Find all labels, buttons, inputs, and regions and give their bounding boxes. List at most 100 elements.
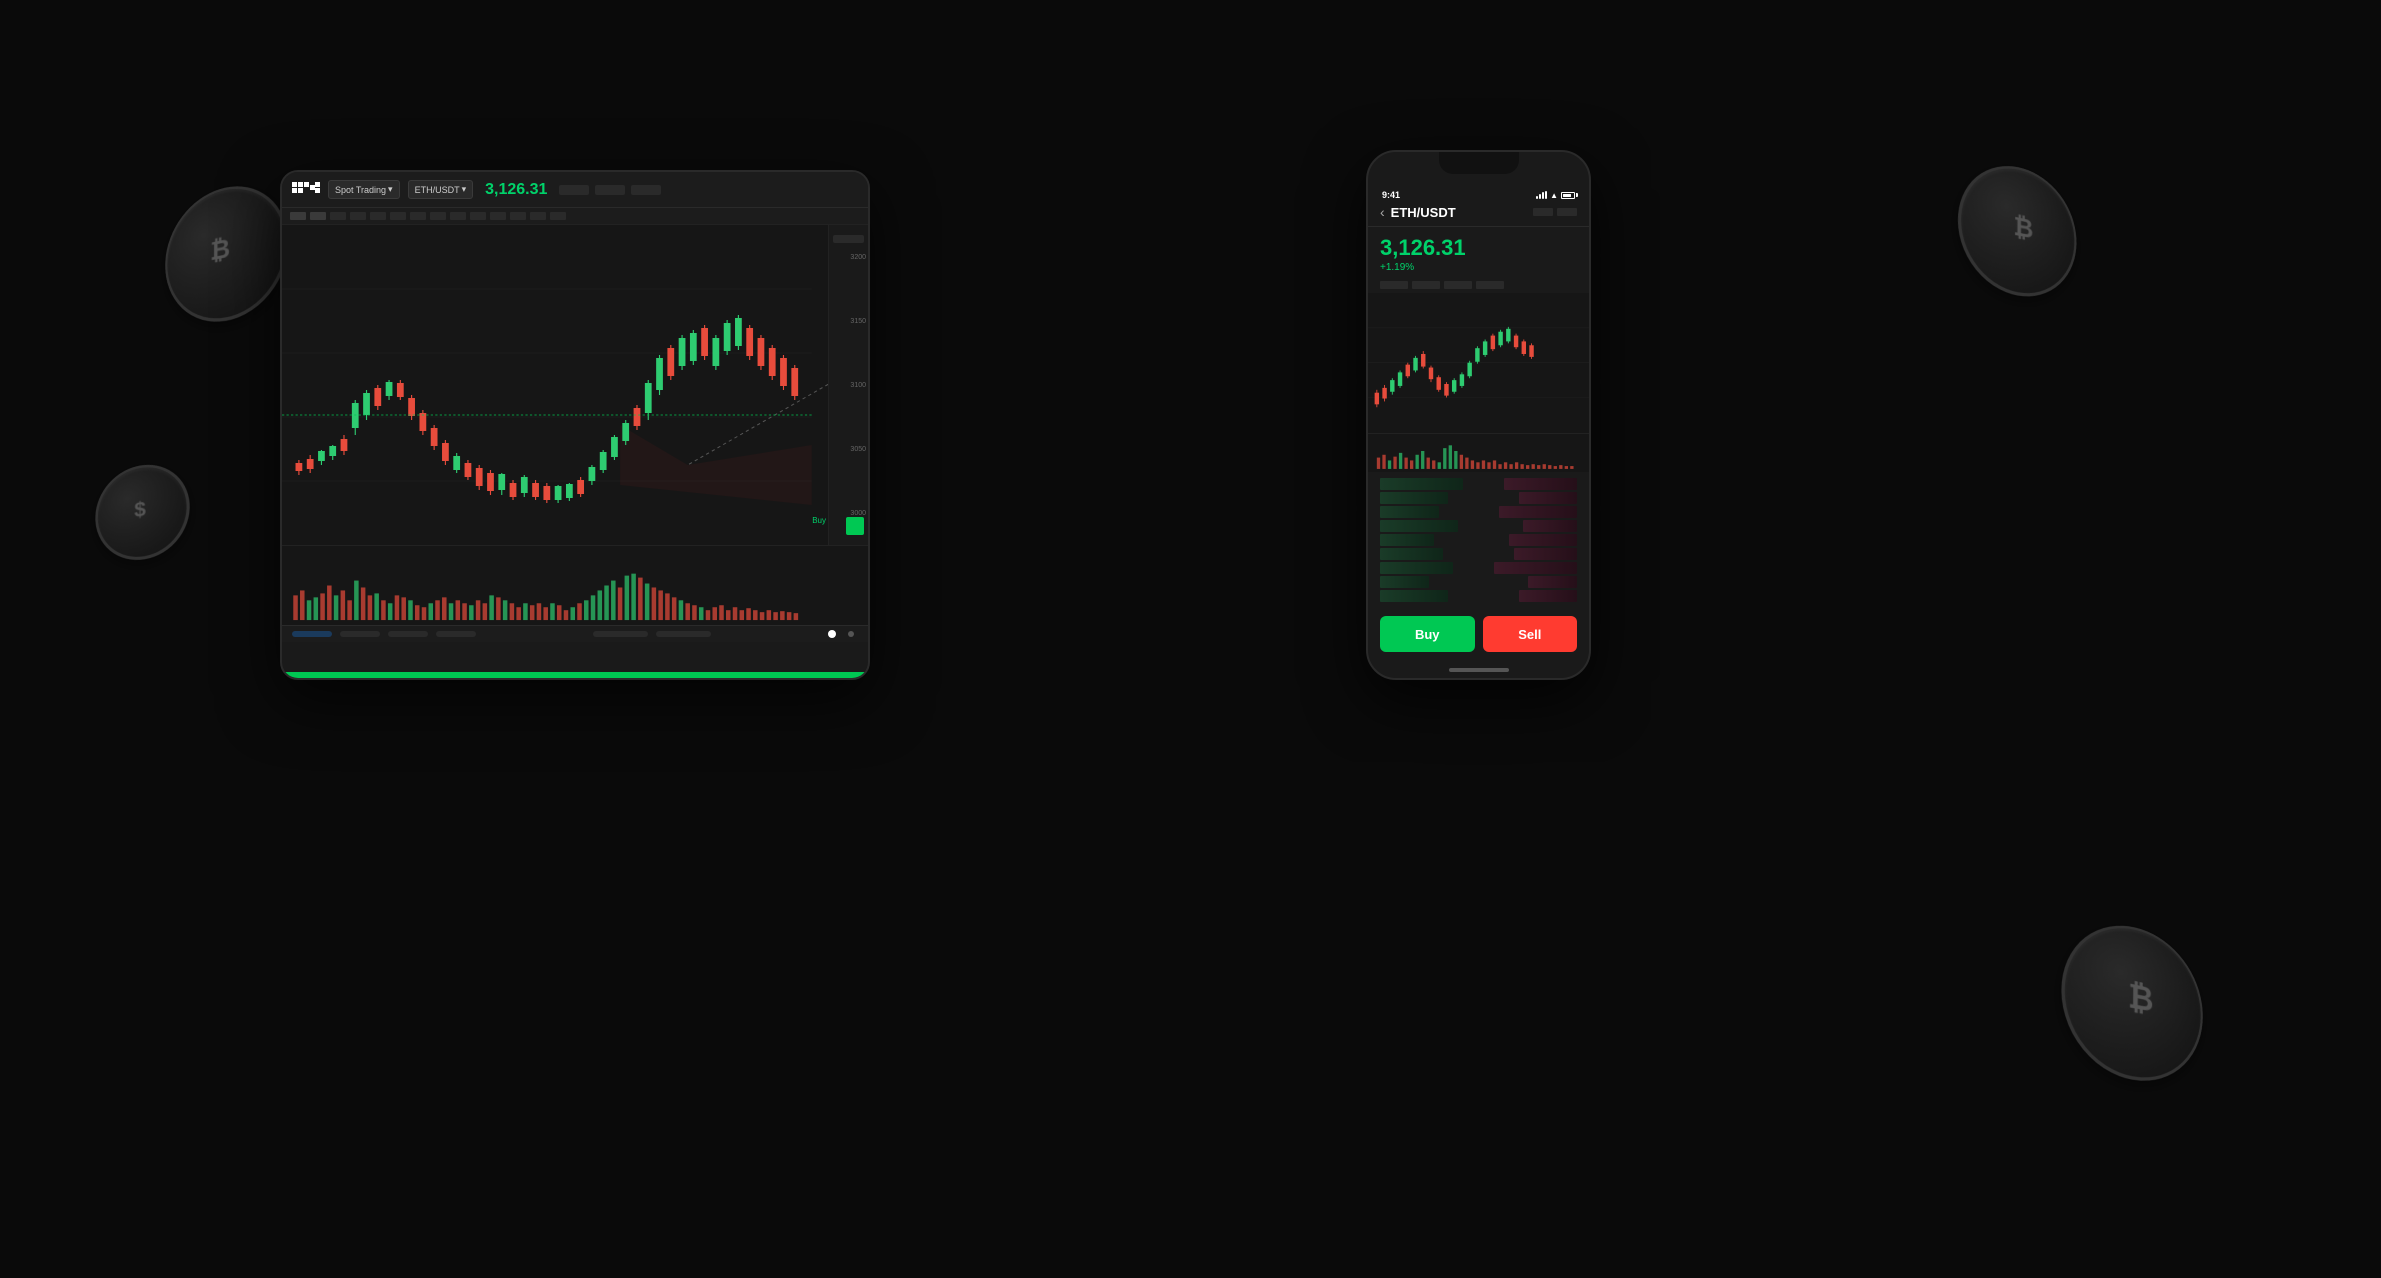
pair-label: ETH/USDT [415, 185, 460, 195]
page-dot-1[interactable] [848, 631, 854, 637]
bid-row-6 [1380, 548, 1443, 560]
stat-block-2 [595, 185, 625, 195]
price-level-5: 3000 [850, 510, 866, 517]
ask-row-8 [1528, 576, 1577, 588]
volume-svg [282, 546, 868, 625]
footer-bar-right-1 [593, 631, 648, 637]
stat-block-1 [559, 185, 589, 195]
bid-row-4 [1380, 520, 1458, 532]
toolbar-btn-1[interactable] [290, 212, 306, 220]
signal-bar-3 [1542, 192, 1544, 199]
bid-row-9 [1380, 590, 1448, 602]
dropdown-icon: ▾ [388, 184, 393, 195]
price-axis: 3200 3150 3100 3050 3000 [850, 225, 866, 545]
spot-trading-button[interactable]: Spot Trading ▾ [328, 180, 400, 199]
phone-time: 9:41 [1382, 190, 1400, 200]
toolbar-btn-11[interactable] [490, 212, 506, 220]
phone-volume [1368, 433, 1589, 472]
phone-stat-block-1 [1380, 281, 1408, 289]
footer-bar-1 [340, 631, 380, 637]
ask-row-1 [1504, 478, 1577, 490]
tablet-header: Spot Trading ▾ ETH/USDT ▾ 3,126.31 [282, 172, 868, 208]
phone-chart-svg [1368, 293, 1589, 433]
home-indicator [1449, 668, 1509, 672]
page-dot-active[interactable] [828, 630, 836, 638]
ask-row-4 [1523, 520, 1577, 532]
candle-chart-svg [282, 225, 868, 545]
bid-row-1 [1380, 478, 1463, 490]
bid-row-8 [1380, 576, 1429, 588]
footer-bar-2 [388, 631, 428, 637]
current-price: 3,126.31 [485, 181, 547, 199]
bid-row-3 [1380, 506, 1439, 518]
bid-row-5 [1380, 534, 1434, 546]
bitcoin-symbol: ₿ [210, 233, 230, 267]
phone-notch [1439, 152, 1519, 174]
ask-row-3 [1499, 506, 1577, 518]
toolbar-btn-12[interactable] [510, 212, 526, 220]
bitcoin-symbol: ₿ [2013, 211, 2033, 245]
phone-price-stats [1368, 281, 1589, 293]
phone-device: 9:41 ▲ ‹ ETH/USDT [1366, 150, 1591, 680]
okx-logo-svg [292, 182, 320, 198]
wifi-icon: ▲ [1550, 191, 1558, 200]
decorative-coin-topleft: ₿ [161, 170, 295, 326]
toolbar-btn-14[interactable] [550, 212, 566, 220]
price-level-3: 3100 [850, 382, 866, 389]
signal-bar-1 [1536, 196, 1538, 199]
dollar-symbol: $ [134, 497, 146, 523]
ask-row-6 [1514, 548, 1577, 560]
toolbar-btn-5[interactable] [370, 212, 386, 220]
footer-bar-active [292, 631, 332, 637]
toolbar-btn-2[interactable] [310, 212, 326, 220]
spot-trading-label: Spot Trading [335, 185, 386, 195]
toolbar-btn-13[interactable] [530, 212, 546, 220]
signal-bar-2 [1539, 194, 1541, 199]
orderbook-bids [1380, 478, 1478, 602]
toolbar-btn-9[interactable] [450, 212, 466, 220]
buy-button[interactable]: Buy [1380, 616, 1475, 652]
phone-stat-2 [1557, 208, 1577, 216]
price-level-4: 3050 [850, 446, 866, 453]
phone-price-change: +1.19% [1380, 262, 1577, 273]
decorative-coin-topright: ₿ [1952, 150, 2080, 300]
price-level-1: 3200 [850, 254, 866, 261]
phone-content: 9:41 ▲ ‹ ETH/USDT [1368, 182, 1589, 678]
toolbar-btn-3[interactable] [330, 212, 346, 220]
phone-stat-block-2 [1412, 281, 1440, 289]
toolbar-btn-6[interactable] [390, 212, 406, 220]
battery-fill [1563, 194, 1571, 197]
header-stats [559, 185, 661, 195]
ask-row-2 [1519, 492, 1578, 504]
phone-price-section: 3,126.31 +1.19% [1368, 227, 1589, 281]
phone-header: ‹ ETH/USDT [1368, 200, 1589, 227]
phone-stat-block-4 [1476, 281, 1504, 289]
toolbar-btn-10[interactable] [470, 212, 486, 220]
footer-bar-right-2 [656, 631, 711, 637]
bitcoin-symbol: ₿ [2128, 976, 2154, 1020]
pair-selector[interactable]: ETH/USDT ▾ [408, 180, 474, 199]
signal-strength [1536, 191, 1547, 199]
sell-button[interactable]: Sell [1483, 616, 1578, 652]
buy-price-label: Buy [812, 516, 826, 525]
ask-row-5 [1509, 534, 1577, 546]
back-button[interactable]: ‹ [1380, 204, 1385, 220]
toolbar-btn-4[interactable] [350, 212, 366, 220]
price-level-2: 3150 [850, 318, 866, 325]
chart-toolbar [282, 208, 868, 225]
candlestick-chart: 3200 3150 3100 3050 3000 Buy [282, 225, 868, 545]
signal-bar-4 [1545, 191, 1547, 199]
toolbar-btn-7[interactable] [410, 212, 426, 220]
orderbook-asks [1480, 478, 1578, 602]
chevron-down-icon: ▾ [462, 184, 467, 195]
phone-chart [1368, 293, 1589, 433]
decorative-coin-dollar: $ [93, 457, 193, 563]
toolbar-btn-8[interactable] [430, 212, 446, 220]
battery-icon [1561, 192, 1575, 199]
phone-stat-1 [1533, 208, 1553, 216]
phone-trade-buttons: Buy Sell [1368, 608, 1589, 668]
phone-status-bar: 9:41 ▲ [1368, 182, 1589, 200]
bid-row-7 [1380, 562, 1453, 574]
stat-block-3 [631, 185, 661, 195]
green-action-bar [282, 672, 868, 678]
